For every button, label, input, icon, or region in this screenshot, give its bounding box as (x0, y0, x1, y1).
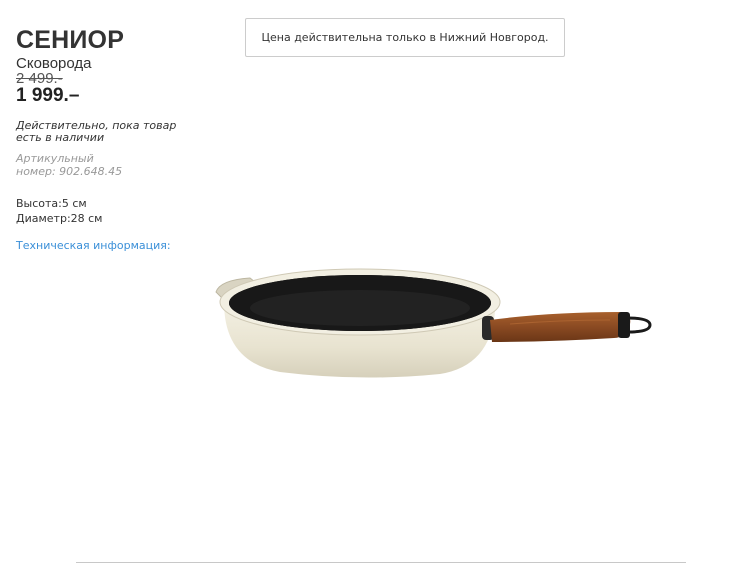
dimension-diameter: Диаметр:28 см (16, 212, 103, 225)
frying-pan-illustration (215, 268, 652, 378)
product-name: СЕНИОР (16, 26, 125, 54)
article-number: Артикульный номер: 902.648.45 (16, 152, 123, 178)
technical-info-link[interactable]: Техническая информация: (16, 239, 171, 252)
price-region-note: Цена действительна только в Нижний Новго… (245, 18, 565, 57)
frying-pan-image (210, 262, 660, 382)
bottom-divider (76, 562, 686, 563)
current-price: 1 999.– (16, 85, 80, 106)
dimensions-list: Высота:5 см Диаметр:28 см (16, 196, 191, 226)
old-price: 2 499.- (16, 70, 63, 87)
dimension-height: Высота:5 см (16, 197, 87, 210)
availability-note: Действительно, пока товар есть в наличии (16, 119, 177, 144)
product-info: СЕНИОР Сковорода 2 499.- 1 999.– Действи… (16, 26, 191, 253)
